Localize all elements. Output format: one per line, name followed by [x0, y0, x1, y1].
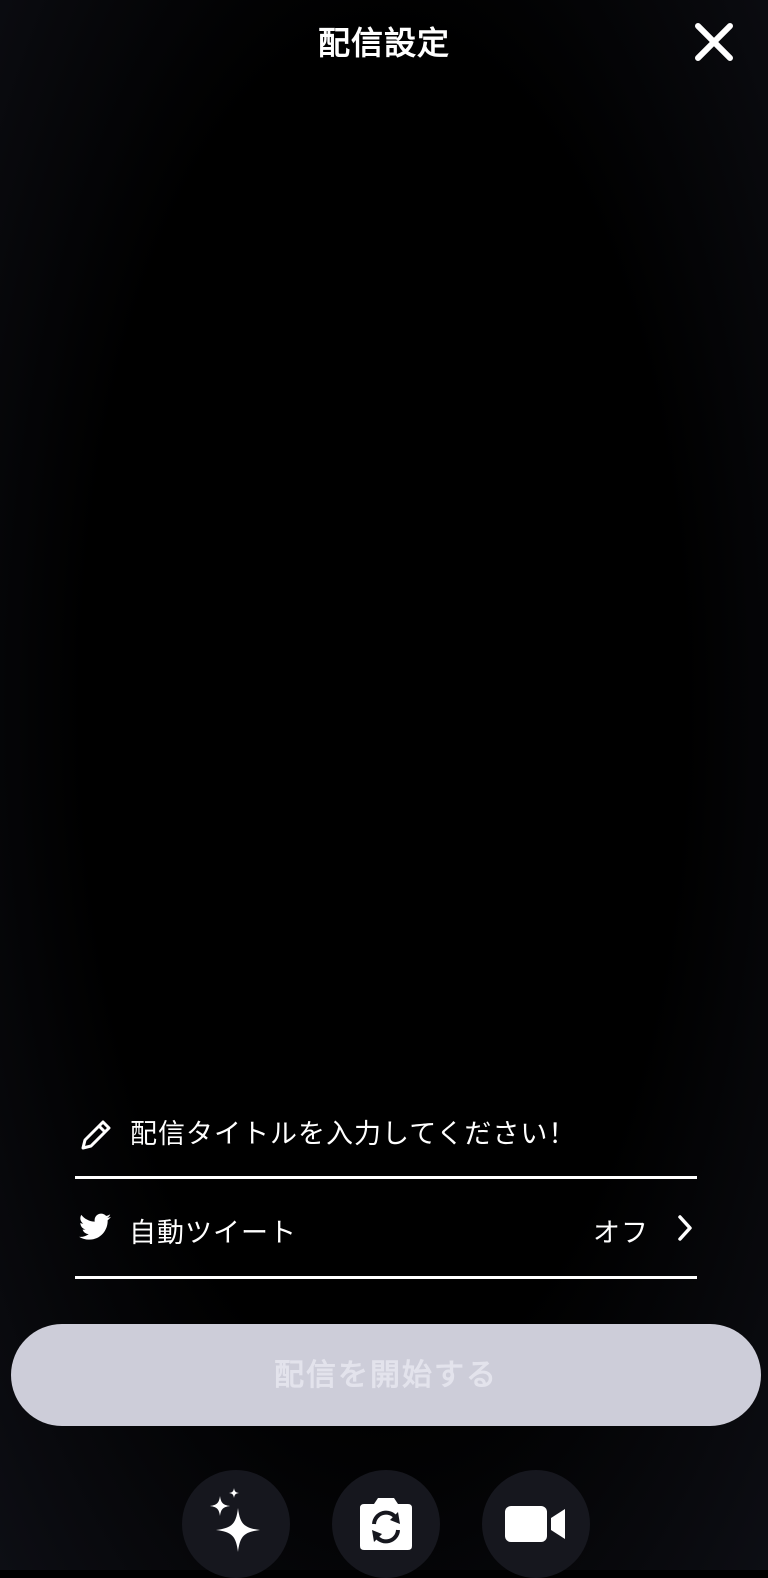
chevron-right-icon [675, 1213, 695, 1247]
video-button[interactable] [482, 1470, 590, 1578]
auto-tweet-row[interactable]: 自動ツイート オフ [75, 1179, 697, 1279]
stream-settings-screen: 配信設定 自動ツイート オフ [0, 0, 768, 1578]
close-icon [695, 23, 733, 61]
sparkles-icon [210, 1488, 260, 1552]
page-title: 配信設定 [317, 24, 450, 62]
effects-button[interactable] [182, 1470, 290, 1578]
auto-tweet-label: 自動ツイート [129, 1218, 297, 1249]
twitter-bird-icon [79, 1213, 111, 1245]
header: 配信設定 [0, 0, 768, 80]
video-camera-icon [505, 1506, 565, 1542]
settings-form: 自動ツイート オフ [75, 1098, 697, 1279]
title-row [75, 1098, 697, 1179]
pencil-icon [79, 1118, 113, 1156]
start-stream-button[interactable]: 配信を開始する [11, 1324, 761, 1426]
camera-flip-icon [360, 1498, 412, 1550]
auto-tweet-value: オフ [593, 1218, 649, 1249]
stream-title-input[interactable] [130, 1114, 690, 1154]
flip-camera-button[interactable] [332, 1470, 440, 1578]
close-button[interactable] [690, 18, 738, 66]
